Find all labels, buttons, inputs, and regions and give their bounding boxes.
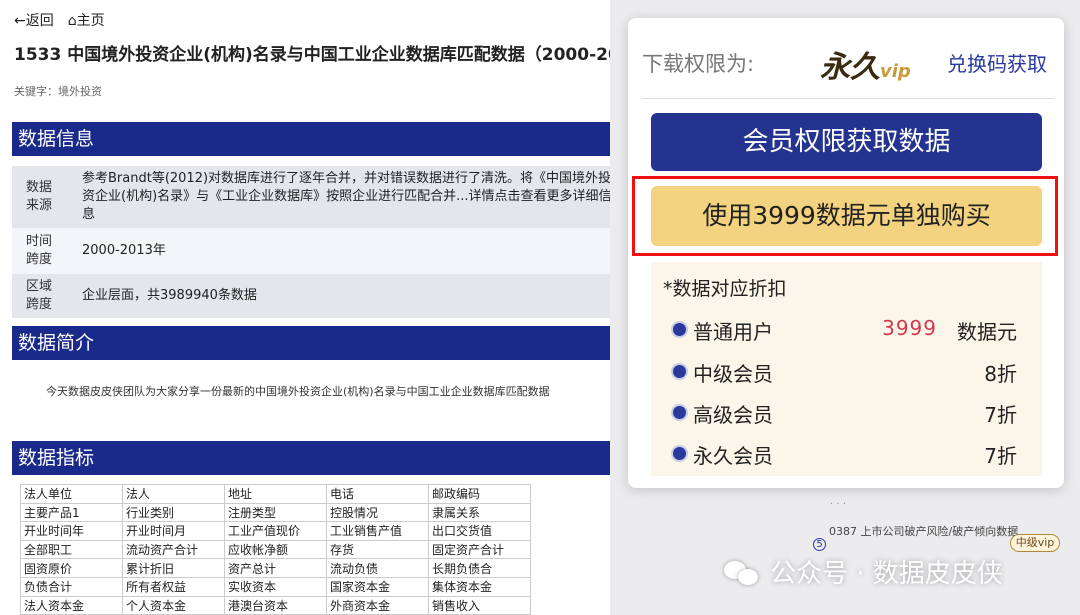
field-cell: 所有者权益 — [122, 576, 225, 597]
field-cell: 工业产值现价 — [224, 521, 327, 541]
wechat-icon — [722, 557, 762, 587]
keywords-label: 关键字：境外投资 — [14, 85, 102, 98]
field-cell: 长期负债合 — [428, 558, 531, 578]
field-cell: 行业类别 — [122, 502, 225, 523]
field-cell: 邮政编码 — [428, 484, 531, 504]
top-nav: ←返回 ⌂主页 — [14, 10, 105, 30]
info-key: 区域 跨度 — [12, 274, 64, 318]
field-cell: 出口交货值 — [428, 521, 531, 541]
vip-badge: 中级vip — [1010, 534, 1060, 552]
back-link[interactable]: ←返回 — [14, 10, 54, 30]
info-key: 数据 来源 — [12, 166, 64, 228]
tier-name: 中级会员 — [693, 362, 773, 386]
field-cell: 电话 — [326, 484, 429, 504]
field-row: 开业时间年 开业时间月 工业产值现价 工业销售产值 出口交货值 — [20, 521, 531, 541]
field-row: 法人资本金 个人资本金 港澳台资本 外商资本金 销售收入 — [20, 595, 531, 615]
rank-number: 5 — [813, 538, 826, 551]
section-header-fields: 数据指标 — [12, 441, 620, 475]
discount-row-regular: 普通用户 3999 数据元 — [673, 314, 1017, 344]
buy-single-button[interactable]: 使用3999数据元单独购买 — [651, 186, 1042, 246]
discount-row-senior: 高级会员 7折 — [673, 397, 1017, 427]
field-cell: 固资原价 — [20, 558, 123, 578]
vip-logo: 永久vip — [820, 50, 911, 85]
discount-row-mid: 中级会员 8折 — [673, 356, 1017, 386]
field-cell: 应收帐净额 — [224, 539, 327, 560]
section-header-intro: 数据简介 — [12, 326, 620, 360]
field-row: 负债合计 所有者权益 实收资本 国家资本金 集体资本金 — [20, 576, 531, 597]
bullet-icon — [673, 365, 686, 378]
price-unit: 数据元 — [957, 320, 1017, 344]
tier-name: 永久会员 — [693, 444, 773, 468]
sidebar-fragment: · · · — [830, 499, 846, 510]
intro-text: 今天数据皮皮侠团队为大家分享一份最新的中国境外投资企业(机构)名录与中国工业企业… — [46, 385, 550, 398]
field-cell: 控股情况 — [326, 502, 429, 523]
info-row: 时间 跨度 2000-2013年 — [12, 228, 620, 274]
field-cell: 地址 — [224, 484, 327, 504]
field-cell: 法人 — [122, 484, 225, 504]
discount-value: 7折 — [984, 444, 1017, 468]
fields-table: 法人单位 法人 地址 电话 邮政编码 主要产品1 行业类别 注册类型 控股情况 隶属关系 开业时间年… — [20, 484, 531, 615]
bullet-icon — [673, 406, 686, 419]
home-link[interactable]: ⌂主页 — [68, 10, 105, 30]
tier-name: 普通用户 — [693, 320, 773, 344]
field-cell: 流动资产合计 — [122, 539, 225, 560]
field-cell: 外商资本金 — [326, 595, 429, 615]
field-cell: 法人单位 — [20, 484, 123, 504]
field-cell: 资产总计 — [224, 558, 327, 578]
member-access-button[interactable]: 会员权限获取数据 — [651, 113, 1042, 171]
field-cell: 流动负债 — [326, 558, 429, 578]
divider — [642, 98, 1054, 99]
field-cell: 港澳台资本 — [224, 595, 327, 615]
field-row: 法人单位 法人 地址 电话 邮政编码 — [20, 484, 531, 504]
info-key: 时间 跨度 — [12, 228, 64, 274]
field-cell: 全部职工 — [20, 539, 123, 560]
permission-label: 下载权限为: — [642, 52, 755, 76]
price-value: 3999 — [882, 316, 937, 340]
field-row: 固资原价 累计折旧 资产总计 流动负债 长期负债合 — [20, 558, 531, 578]
field-cell: 固定资产合计 — [428, 539, 531, 560]
info-value: 参考Brandt等(2012)对数据库进行了逐年合并，并对错误数据进行了清洗。将… — [64, 166, 620, 228]
field-cell: 集体资本金 — [428, 576, 531, 597]
field-cell: 法人资本金 — [20, 595, 123, 615]
redeem-code-link[interactable]: 兑换码获取 — [947, 48, 1047, 77]
bullet-icon — [673, 323, 686, 336]
tier-name: 高级会员 — [693, 403, 773, 427]
field-cell: 主要产品1 — [20, 502, 123, 523]
home-label: 主页 — [76, 13, 105, 29]
watermark-text: 公众号 · 数据皮皮侠 — [770, 559, 1003, 589]
field-cell: 负债合计 — [20, 576, 123, 597]
field-cell: 国家资本金 — [326, 576, 429, 597]
info-table: 数据 来源 参考Brandt等(2012)对数据库进行了逐年合并，并对错误数据进行… — [12, 166, 620, 318]
field-cell: 注册类型 — [224, 502, 327, 523]
field-cell: 工业销售产值 — [326, 521, 429, 541]
home-icon: ⌂ — [67, 13, 77, 29]
field-cell: 销售收入 — [428, 595, 531, 615]
discount-value: 7折 — [984, 403, 1017, 427]
field-cell: 隶属关系 — [428, 502, 531, 523]
info-value: 2000-2013年 — [64, 228, 620, 274]
section-header-info: 数据信息 — [12, 122, 620, 156]
discount-panel: *数据对应折扣 普通用户 3999 数据元 中级会员 8折 高级会员 7折 永久… — [651, 262, 1042, 476]
field-cell: 开业时间月 — [122, 521, 225, 541]
discount-value: 8折 — [984, 362, 1017, 386]
field-cell: 存货 — [326, 539, 429, 560]
info-row: 区域 跨度 企业层面，共3989940条数据 — [12, 274, 620, 318]
field-cell: 累计折旧 — [122, 558, 225, 578]
field-row: 主要产品1 行业类别 注册类型 控股情况 隶属关系 — [20, 502, 531, 523]
watermark: 公众号 · 数据皮皮侠 — [722, 553, 1003, 590]
page-title: 1533 中国境外投资企业(机构)名录与中国工业企业数据库匹配数据（2000-2… — [14, 45, 620, 65]
info-value: 企业层面，共3989940条数据 — [64, 274, 620, 318]
info-row: 数据 来源 参考Brandt等(2012)对数据库进行了逐年合并，并对错误数据进行… — [12, 166, 620, 228]
discount-title: *数据对应折扣 — [663, 278, 787, 300]
field-cell: 开业时间年 — [20, 521, 123, 541]
field-cell: 实收资本 — [224, 576, 327, 597]
field-row: 全部职工 流动资产合计 应收帐净额 存货 固定资产合计 — [20, 539, 531, 560]
discount-row-permanent: 永久会员 7折 — [673, 438, 1017, 468]
field-cell: 个人资本金 — [122, 595, 225, 615]
bullet-icon — [673, 447, 686, 460]
